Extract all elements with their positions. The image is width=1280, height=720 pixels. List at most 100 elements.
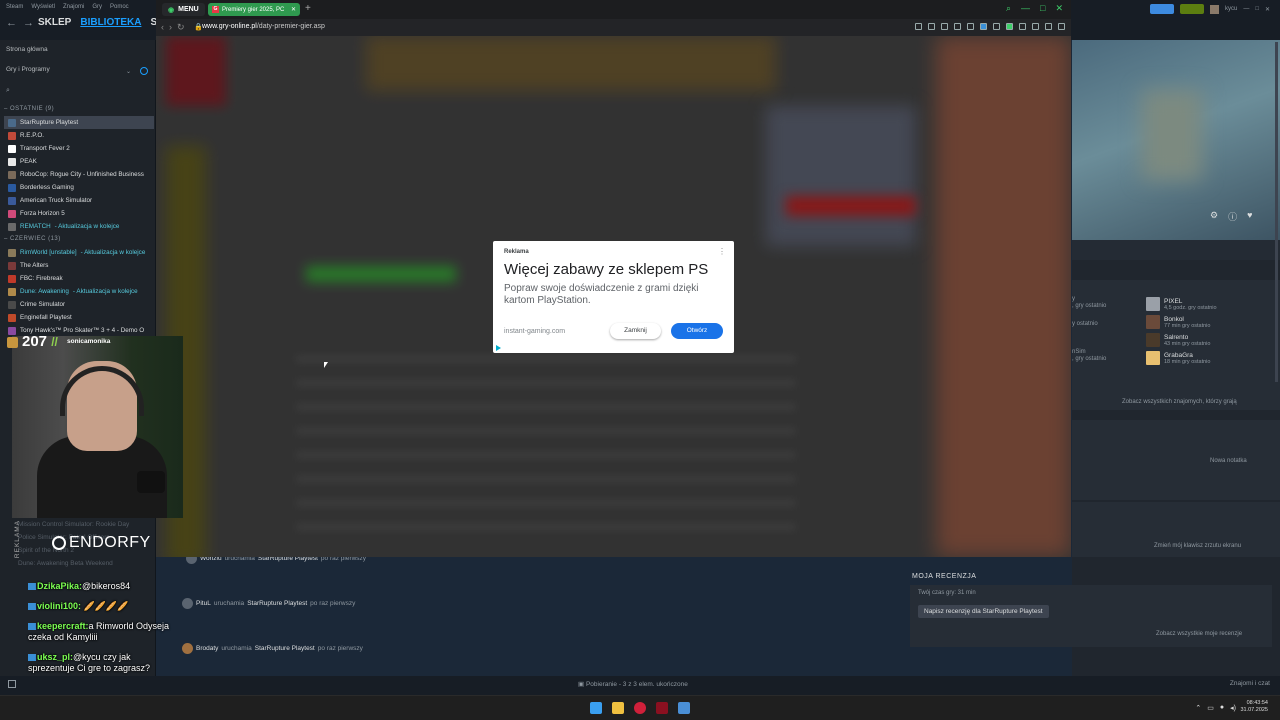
minimize-icon[interactable]: — xyxy=(1021,3,1030,14)
game-name: Dune: Awakening xyxy=(20,288,69,295)
list-item[interactable]: Dune: Awakening Beta Weekend xyxy=(18,557,129,570)
close-icon[interactable]: ✕ xyxy=(1055,3,1063,14)
sidebar-home[interactable]: Strona główna xyxy=(6,46,48,53)
extension-icon[interactable] xyxy=(941,23,948,30)
close-button[interactable]: Zamknij xyxy=(610,323,661,339)
games-filter-dropdown[interactable]: Gry i Programy xyxy=(4,66,136,78)
clock-icon[interactable] xyxy=(140,67,148,75)
menu-view[interactable]: Wyświetl xyxy=(31,4,55,10)
friend-item[interactable]: PIXEL 4,5 godz. gry ostatnio xyxy=(1146,295,1217,313)
app-icon[interactable] xyxy=(656,702,668,714)
extension-icon[interactable] xyxy=(915,23,922,30)
avatar[interactable] xyxy=(1210,4,1219,14)
gear-icon[interactable]: ⚙ xyxy=(1210,210,1218,223)
see-all-friends-link[interactable]: Zobacz wszystkich znajomych, którzy graj… xyxy=(1122,399,1237,405)
avatar[interactable] xyxy=(182,598,193,609)
steam-nav-arrows[interactable]: ←→ xyxy=(6,17,40,29)
scrollbar[interactable] xyxy=(1275,42,1278,382)
search-icon[interactable]: ⌕ xyxy=(1006,3,1011,14)
sidebar-game-item[interactable]: Forza Horizon 5 xyxy=(8,207,154,220)
extension-icon[interactable] xyxy=(954,23,961,30)
tab-library[interactable]: BIBLIOTEKA xyxy=(80,17,141,28)
username[interactable]: kycu xyxy=(1225,6,1237,12)
sidebar-game-item[interactable]: The Alters xyxy=(8,259,154,272)
menu-help[interactable]: Pomoc xyxy=(110,4,129,10)
ad-label: Reklama xyxy=(504,249,529,255)
open-button[interactable]: Otwórz xyxy=(671,323,723,339)
sidebar-game-item[interactable]: Enginefall Playtest xyxy=(8,311,154,324)
list-item[interactable]: Mission Control Simulator: Rookie Day xyxy=(18,518,129,531)
browser-tab-active[interactable]: G Premiery gier 2025, PC ✕ xyxy=(208,3,300,16)
game-name: FBC: Firebreak xyxy=(20,275,63,282)
download-icon[interactable] xyxy=(1045,23,1052,30)
steam-icon[interactable] xyxy=(678,702,690,714)
close-tab-icon[interactable]: ✕ xyxy=(291,6,296,13)
maximize-icon[interactable]: □ xyxy=(1040,3,1045,14)
sidebar-game-item[interactable]: Crime Simulator xyxy=(8,298,154,311)
add-game-icon[interactable] xyxy=(8,680,16,688)
avatar[interactable] xyxy=(182,643,193,654)
menu-steam[interactable]: Steam xyxy=(6,4,23,10)
network-icon[interactable]: ▭ xyxy=(1207,704,1214,712)
see-all-reviews-link[interactable]: Zobacz wszystkie moje recenzje xyxy=(1156,631,1242,637)
chevron-down-icon[interactable]: ⌄ xyxy=(126,68,131,75)
sidebar-game-item[interactable]: American Truck Simulator xyxy=(8,194,154,207)
mic-icon[interactable]: ● xyxy=(1220,704,1224,712)
menu-games[interactable]: Gry xyxy=(92,4,102,10)
heart-icon[interactable] xyxy=(967,23,974,30)
sidebar-game-item[interactable]: Transport Fever 2 xyxy=(8,142,154,155)
friends-chat-button[interactable]: Znajomi i czat xyxy=(1230,680,1270,687)
heart-icon[interactable]: ♥ xyxy=(1247,210,1252,223)
game-icon xyxy=(8,300,16,309)
change-screenshot-key-link[interactable]: Zmień mój klawisz zrzutu ekranu xyxy=(1154,543,1241,549)
new-tab-icon[interactable]: + xyxy=(305,3,311,14)
extension-icon[interactable] xyxy=(1019,23,1026,30)
notification-icon[interactable] xyxy=(1180,4,1204,14)
download-status[interactable]: ▣ Pobieranie - 3 z 3 elem. ukończone xyxy=(578,680,688,688)
file-explorer-icon[interactable] xyxy=(612,702,624,714)
volume-icon[interactable]: ◂) xyxy=(1230,704,1236,712)
opera-browser-icon[interactable] xyxy=(634,702,646,714)
nav-buttons[interactable]: ‹›↻ xyxy=(161,22,190,33)
minimize-icon[interactable]: — xyxy=(1243,6,1249,12)
broadcast-icon[interactable] xyxy=(1150,4,1174,14)
new-note-link[interactable]: Nowa notatka xyxy=(1210,458,1247,464)
section-recent[interactable]: – OSTATNIE (9) xyxy=(4,106,54,112)
friend-item[interactable]: GrabaGra 18 min gry ostatnio xyxy=(1146,349,1217,367)
extension-icon[interactable] xyxy=(928,23,935,30)
sidebar-game-item[interactable]: RoboCop: Rogue City - Unfinished Busines… xyxy=(8,168,154,181)
extension-icon[interactable] xyxy=(1006,23,1013,30)
adchoices-icon[interactable] xyxy=(496,345,502,351)
extension-icon[interactable] xyxy=(993,23,1000,30)
sidebar-game-item[interactable]: Dune: Awakening - Aktualizacja w kolejce xyxy=(8,285,154,298)
sidebar-game-item[interactable]: R.E.P.O. xyxy=(8,129,154,142)
friend-item[interactable]: Bonkol 77 min gry ostatnio xyxy=(1146,313,1217,331)
game-name: Enginefall Playtest xyxy=(20,314,72,321)
menu-friends[interactable]: Znajomi xyxy=(63,4,84,10)
extension-icon[interactable] xyxy=(980,23,987,30)
close-icon[interactable]: ✕ xyxy=(1265,6,1270,13)
sidebar-game-item[interactable]: PEAK xyxy=(8,155,154,168)
search-icon[interactable]: ⌕ xyxy=(6,87,10,95)
sidebar-game-item[interactable]: REMATCH - Aktualizacja w kolejce xyxy=(8,220,154,233)
url-field[interactable]: www.gry-online.pl/daty-premier-gier.asp xyxy=(202,23,325,30)
friend-item[interactable]: Salrento 43 min gry ostatnio xyxy=(1146,331,1217,349)
write-review-button[interactable]: Napisz recenzję dla StarRupture Playtest xyxy=(918,605,1049,618)
clock[interactable]: 08:43:54 31.07.2025 xyxy=(1240,700,1268,714)
windows-start-icon[interactable] xyxy=(590,702,602,714)
sidebar-game-item[interactable]: FBC: Firebreak xyxy=(8,272,154,285)
sidebar-game-item[interactable]: Borderless Gaming xyxy=(8,181,154,194)
ad-title[interactable]: Więcej zabawy ze sklepem PS xyxy=(504,261,708,278)
chevron-up-icon[interactable]: ⌃ xyxy=(1195,704,1201,712)
sidebar-game-item[interactable]: StarRupture Playtest xyxy=(4,116,154,129)
extension-icons xyxy=(915,23,1065,30)
extension-icon[interactable] xyxy=(1032,23,1039,30)
menu-icon[interactable] xyxy=(1058,23,1065,30)
info-icon[interactable]: ⓘ xyxy=(1228,210,1237,223)
section-june[interactable]: – CZERWIEC (13) xyxy=(4,236,61,242)
sidebar-game-item[interactable]: RimWorld [unstable] - Aktualizacja w kol… xyxy=(8,246,154,259)
maximize-icon[interactable]: □ xyxy=(1255,6,1259,12)
browser-menu-button[interactable]: ◉ MENU xyxy=(162,3,205,16)
tab-store[interactable]: SKLEP xyxy=(38,17,71,28)
more-options-icon[interactable]: ⋮ xyxy=(718,247,726,256)
